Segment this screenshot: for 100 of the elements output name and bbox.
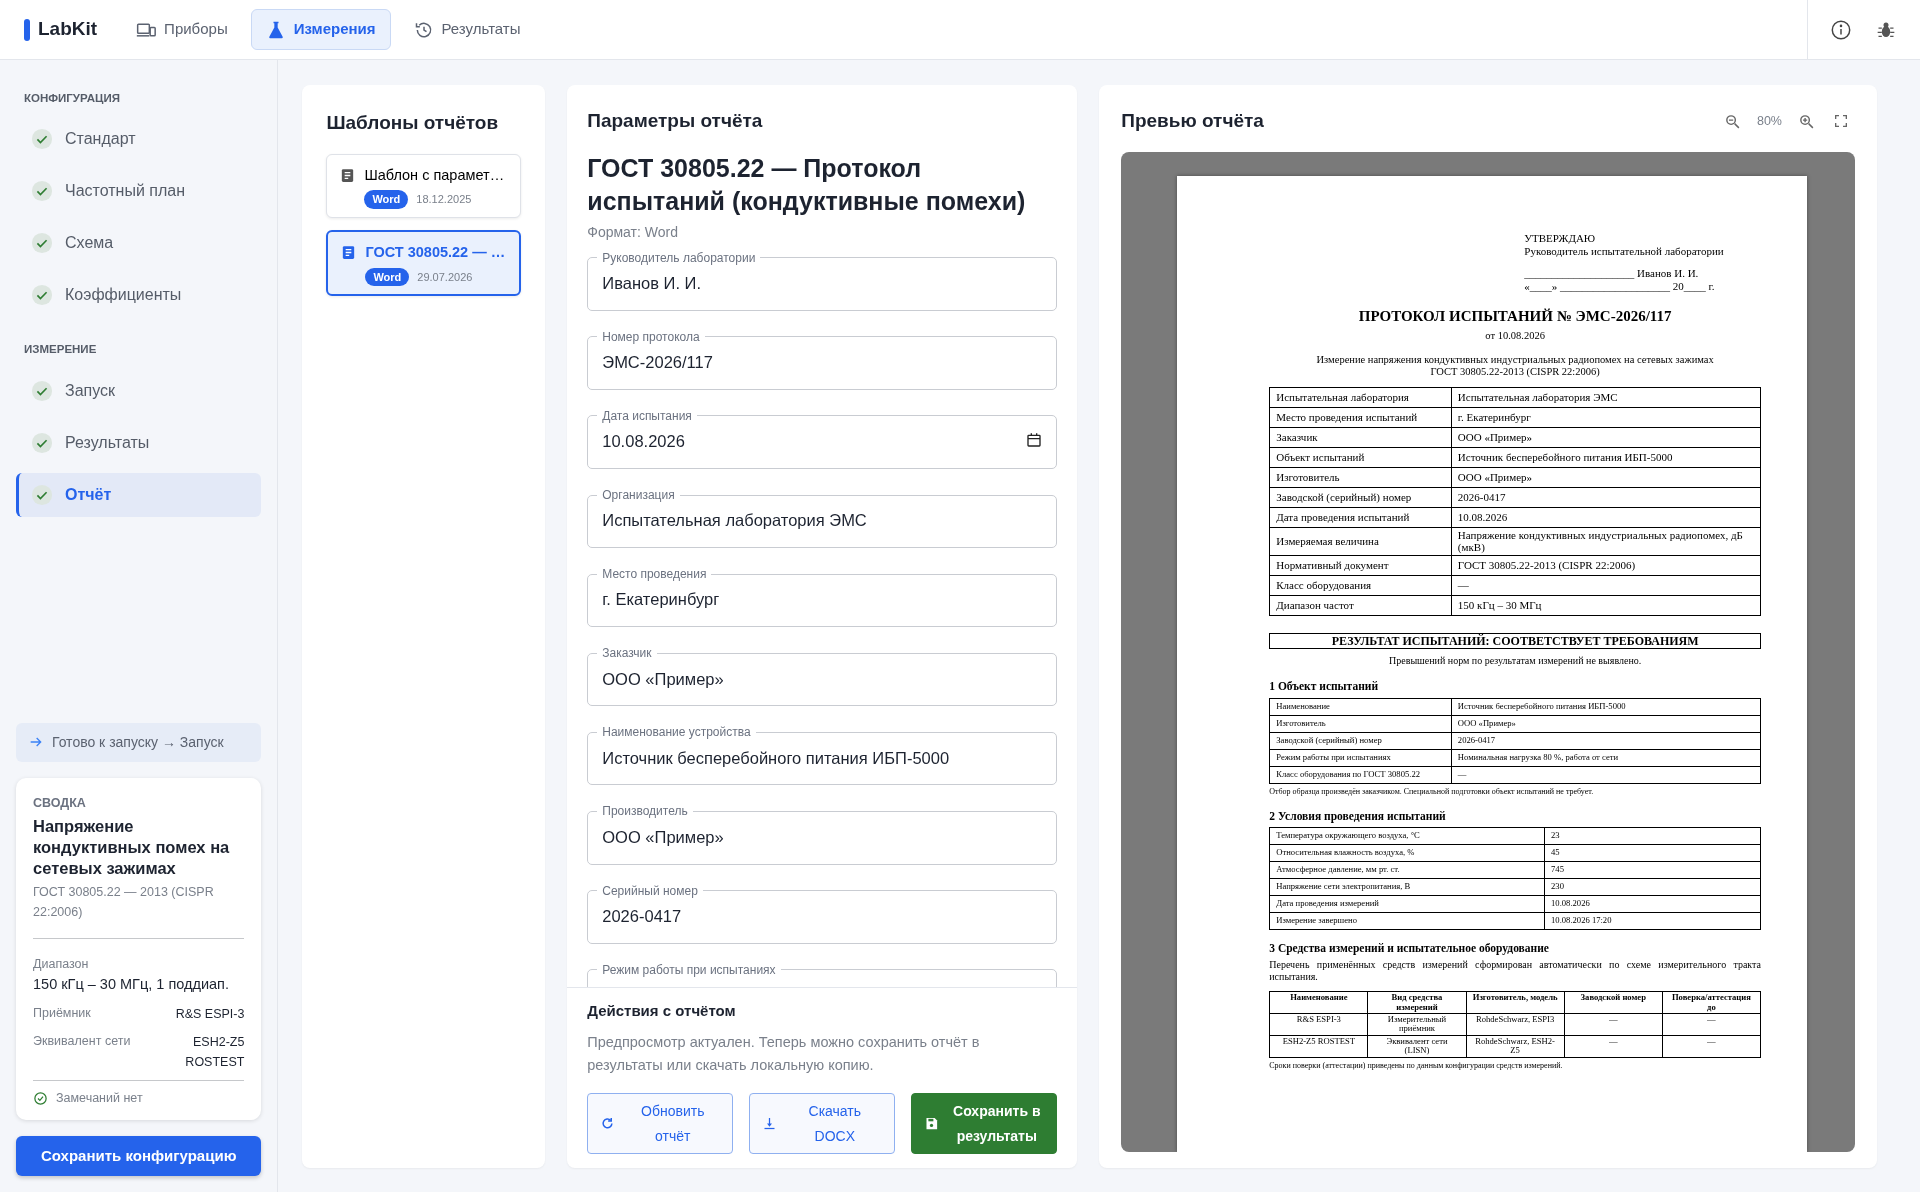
panel-title: Параметры отчёта [587,109,764,133]
table-cell: Объект испытаний [1269,447,1452,468]
approval-line: «____» ____________________ 20____ г. [1524,280,1716,294]
sidebar-item[interactable]: Частотный план [16,169,262,214]
table-cell: Класс оборудования по ГОСТ 30805.22 [1269,766,1452,784]
sidebar-item[interactable]: Запуск [16,368,262,413]
input-field[interactable]: Место проведения г. Екатеринбург [587,567,1058,628]
nav-tab[interactable]: Приборы [121,9,243,50]
action-button[interactable]: Обновить отчёт [587,1093,734,1154]
hint-text: Готово к запуску → Запуск [52,732,224,752]
template-item[interactable]: ГОСТ 30805.22 — … Word 29.07.2026 [326,229,522,296]
input-field[interactable]: Заказчик ООО «Пример» [587,646,1058,707]
section-title: Действия с отчётом [587,1001,737,1022]
app-name: LabKit [38,17,98,42]
sidebar-item[interactable]: Стандарт [16,117,262,162]
format-tag: Word [364,190,409,209]
text-input[interactable]: ООО «Пример» [602,818,1043,852]
field-label: Руководитель лаборатории [601,250,757,265]
action-button[interactable]: Скачать DOCX [749,1093,896,1154]
text-input[interactable]: Источник бесперебойного питания ИБП-5000 [602,739,1043,773]
input-field[interactable]: Организация Испытательная лаборатория ЭМС [587,487,1058,549]
table-note: Отбор образца произведён заказчиком. Специальной подготовки объект испытаний не требует. [1269,785,1595,798]
input-field[interactable]: Режим работы при испытаниях [587,962,1058,988]
section-intro: Перечень применённых средств измерений сформирован автоматически по схеме измерительного тракта испытания. [1269,959,1761,983]
table-cell: Эквивалент сети (LISN) [1367,1035,1467,1058]
field-label: Место проведения [601,567,708,582]
input-field[interactable]: Руководитель лаборатории Иванов И. И. [587,250,1058,311]
approval-line: ____________________ Иванов И. И. [1524,266,1700,281]
text-input[interactable]: г. Екатеринбург [602,581,1043,615]
text-input[interactable]: Испытательная лаборатория ЭМС [602,502,1043,536]
table-cell: Температура окружающего воздуха, °С [1269,827,1545,845]
text-input[interactable]: 2026-0417 [602,898,1043,931]
refresh-icon [600,1116,616,1131]
table-cell: Режим работы при испытаниях [1269,749,1452,767]
template-name: ГОСТ 30805.22 — … [365,242,506,262]
info-icon[interactable] [1830,18,1852,41]
zoom-in-icon[interactable] [1798,112,1815,130]
table-cell: 745 [1544,861,1761,879]
save-config-button[interactable]: Сохранить конфигурацию [16,1135,262,1176]
table-cell: Дата проведения испытаний [1269,507,1452,528]
input-field[interactable]: Дата испытания 10.08.2026 [587,408,1058,469]
input-field[interactable]: Производитель ООО «Пример» [587,804,1058,865]
summary-key: Эквивалент сети [33,1031,131,1072]
template-item[interactable]: Шаблон с парамет… Word 18.12.2025 [326,153,522,218]
check-circle-icon [33,1090,48,1106]
document-title: ПРОТОКОЛ ИСПЫТАНИЙ № ЭМС-2026/117 [1357,307,1673,327]
subject-line: Измерение напряжения кондуктивных индустриальных радиопомех на сетевых зажимах [1315,353,1715,367]
subject-line: ГОСТ 30805.22-2013 (CISPR 22:2006) [1429,366,1601,379]
field-label: Режим работы при испытаниях [601,962,777,978]
table-cell: Дата проведения измерений [1269,895,1545,913]
table-cell: Диапазон частот [1269,595,1452,616]
logo-bar [24,18,30,41]
summary-key: Приёмник [33,1003,91,1024]
table-cell: Изготовитель [1269,715,1452,733]
action-button[interactable]: Сохранить в результаты [911,1093,1058,1154]
table-cell: Класс оборудования [1269,575,1452,596]
field-label: Заказчик [601,646,653,661]
input-field[interactable]: Наименование устройства Источник бесперебойного питания ИБП-5000 [587,725,1058,786]
sidebar-item[interactable]: Отчёт [16,472,262,517]
approval-line: УТВЕРЖДАЮ [1524,231,1597,245]
format-tag: Word [365,267,410,286]
sidebar-item[interactable]: Результаты [16,420,262,465]
fullscreen-icon[interactable] [1833,113,1849,130]
table-cell: — [1564,1035,1663,1058]
table-cell: Нормативный документ [1269,555,1452,576]
field-label: Номер протокола [601,329,701,345]
table-cell: 2026-0417 [1451,732,1761,750]
table-cell: — [1564,1013,1663,1036]
zoom-out-icon[interactable] [1723,112,1741,130]
sidebar-item[interactable]: Коэффициенты [16,273,262,318]
input-field[interactable]: Серийный номер 2026-0417 [587,883,1058,944]
nav-tab[interactable]: Результаты [398,9,536,50]
calendar-icon[interactable] [1026,431,1043,448]
column-header: Поверка/аттестация до [1662,991,1761,1014]
panel-title: Шаблоны отчётов [326,111,500,135]
section-heading: 3 Средства измерений и испытательное оборудование [1269,940,1550,957]
table-cell: Заказчик [1269,427,1452,448]
text-input[interactable]: ООО «Пример» [602,660,1043,694]
range-value: 150 кГц – 30 МГц, 1 поддиап. [33,975,230,994]
table-cell: Измерительный приёмник [1367,1013,1467,1036]
panel-title: Превью отчёта [1121,109,1264,133]
sidebar-item[interactable]: Схема [16,221,262,266]
range-label: Диапазон [33,956,90,974]
input-field[interactable]: Номер протокола ЭМС-2026/117 [587,329,1058,390]
report-heading: ГОСТ 30805.22 — Протокол испытаний (кондуктивные помехи) [587,152,1027,217]
format-text: Формат: Word [587,222,679,242]
table-cell: ООО «Пример» [1451,427,1761,448]
template-date: 29.07.2026 [417,269,473,285]
text-input[interactable]: ЭМС-2026/117 [602,344,1043,377]
table-cell: ООО «Пример» [1451,467,1761,488]
text-input[interactable]: Иванов И. И. [602,264,1043,298]
field-label: Серийный номер [601,883,699,898]
approval-line: Руководитель испытательной лаборатории [1524,244,1725,258]
zoom-level: 80% [1756,112,1782,130]
text-input[interactable]: 10.08.2026 [602,423,1027,456]
template-date: 18.12.2025 [416,192,472,208]
table-cell: — [1662,1013,1761,1036]
table-cell: 10.08.2026 17:20 [1544,912,1761,930]
template-name: Шаблон с парамет… [364,165,505,185]
nav-tab[interactable]: Измерения [250,9,391,50]
